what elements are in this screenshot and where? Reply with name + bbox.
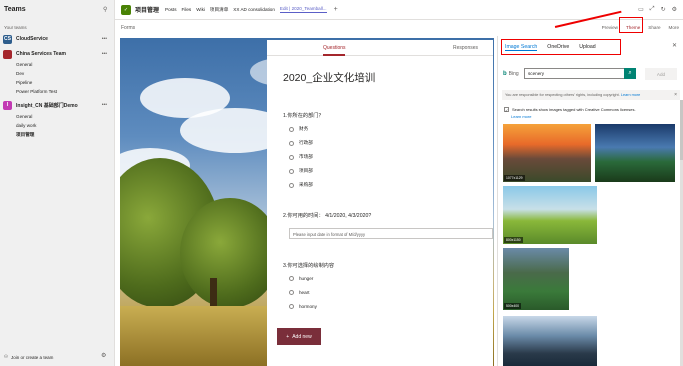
filter-icon[interactable]: ⚲	[103, 6, 107, 13]
team-avatar	[3, 49, 12, 59]
image-search-input[interactable]: scenery	[524, 68, 636, 79]
image-result[interactable]	[595, 124, 675, 182]
add-new-button[interactable]: + Add new	[277, 328, 321, 345]
radio-icon	[289, 168, 294, 174]
radio-icon	[289, 140, 294, 146]
preview-button[interactable]: Preview	[602, 25, 618, 30]
plus-icon: +	[286, 333, 290, 340]
more-icon[interactable]: •••	[102, 102, 107, 108]
people-add-icon: ⚇	[4, 354, 9, 359]
team-cloudservice[interactable]: CS CloudService •••	[3, 34, 113, 44]
option[interactable]: 采购部	[289, 182, 313, 188]
learn-more-link[interactable]: Learn more	[621, 93, 640, 97]
settings-icon[interactable]: ⚙	[672, 6, 677, 13]
tab-project-list[interactable]: 项目清单	[210, 7, 228, 13]
option[interactable]: 市场部	[289, 154, 313, 160]
header-actions: ▭ ⤢ ↻ ⚙	[638, 6, 677, 13]
active-tab-indicator	[323, 54, 345, 56]
channel-dev[interactable]: Dev	[16, 71, 24, 76]
gear-icon[interactable]: ⚙	[101, 352, 106, 359]
join-create-team-button[interactable]: ⚇ Join or create a team	[4, 354, 53, 360]
team-insight-cn[interactable]: I Insight_CN 基础部门Demo •••	[3, 100, 113, 110]
close-icon[interactable]: ×	[674, 92, 677, 98]
image-result[interactable]	[503, 316, 597, 366]
add-image-button[interactable]: Add	[645, 68, 677, 80]
image-result[interactable]: 500x400	[503, 248, 569, 310]
channel-daily-work[interactable]: daily work	[16, 123, 36, 128]
tab-upload[interactable]: Upload	[579, 44, 595, 50]
question-title[interactable]: 3.你可选择的绘制内容	[283, 262, 334, 269]
team-name: Insight_CN 基础部门Demo	[16, 102, 78, 109]
radio-icon	[289, 304, 294, 309]
copyright-notice: You are responsible for respecting other…	[502, 90, 680, 100]
share-button[interactable]: Share	[648, 25, 660, 30]
close-icon[interactable]: ✕	[672, 42, 677, 49]
radio-icon	[289, 276, 294, 281]
tab-questions[interactable]: Questions	[323, 45, 346, 51]
tab-files[interactable]: Files	[182, 7, 192, 12]
tab-image-search[interactable]: Image Search	[505, 44, 538, 51]
sidebar-title: Teams	[4, 6, 26, 13]
bing-logo: b Bing	[503, 71, 519, 77]
more-icon[interactable]: •••	[102, 51, 107, 57]
option[interactable]: 财务	[289, 126, 308, 132]
option[interactable]: hormony	[289, 304, 317, 309]
option[interactable]: 项目部	[289, 168, 313, 174]
tab-edit-form[interactable]: Edit | 2020_Teamball...	[279, 6, 327, 13]
channel-power-platform-test[interactable]: Power Platform Test	[16, 89, 57, 94]
channel-general[interactable]: General	[16, 62, 32, 67]
option[interactable]: hunger	[289, 276, 313, 281]
question-title[interactable]: 1.你所在的部门？	[283, 112, 324, 119]
team-name: China Services Team	[16, 51, 66, 57]
team-avatar: CS	[3, 34, 12, 44]
more-button[interactable]: More	[669, 25, 679, 30]
date-input[interactable]: Please input date in format of M/d/yyyy	[289, 228, 493, 239]
tab-ad-consolidation[interactable]: XX AD consolidation	[233, 7, 275, 12]
radio-icon	[289, 154, 294, 160]
team-avatar: I	[3, 100, 12, 110]
form-editor: Questions Responses 2020_企业文化培训 1.你所在的部门…	[267, 40, 493, 366]
channel-pipeline[interactable]: Pipeline	[16, 80, 32, 85]
forms-label: Forms	[121, 25, 136, 31]
option[interactable]: heart	[289, 290, 309, 295]
more-icon[interactable]: •••	[102, 36, 107, 42]
bing-icon: b	[503, 71, 507, 77]
creative-commons-filter[interactable]: ✓ Search results show images tagged with…	[504, 107, 636, 113]
learn-more-link[interactable]: Learn more	[511, 114, 531, 119]
option[interactable]: 行政部	[289, 140, 313, 146]
team-icon: ✓	[121, 4, 131, 15]
add-tab-icon[interactable]: +	[334, 6, 338, 13]
teams-sidebar: Teams ⚲ Your teams CS CloudService ••• C…	[0, 0, 115, 366]
team-china-services[interactable]: China Services Team •••	[3, 49, 113, 59]
expand-icon[interactable]: ⤢	[650, 6, 655, 13]
chat-icon[interactable]: ▭	[638, 6, 644, 13]
your-teams-label: Your teams	[4, 25, 27, 30]
forms-toolbar: Forms Preview Theme Share More	[115, 20, 683, 36]
image-result[interactable]: 800x1150	[503, 186, 597, 244]
image-source-tabs: Image Search OneDrive Upload	[501, 39, 621, 55]
question-title[interactable]: 2.你可用的时间： 4/1/2020, 4/3/2020?	[283, 212, 371, 219]
form-tabs: Questions Responses	[267, 40, 493, 56]
tab-posts[interactable]: Posts	[165, 7, 177, 12]
channel-project-management[interactable]: 项目管理	[16, 132, 34, 138]
image-result[interactable]: 1077x1129	[503, 124, 591, 182]
theme-highlight-box	[619, 17, 643, 33]
search-icon[interactable]: ⌕	[624, 68, 636, 79]
radio-icon	[289, 126, 294, 132]
form-title[interactable]: 2020_企业文化培训	[283, 70, 375, 85]
team-name: CloudService	[16, 36, 48, 42]
radio-icon	[289, 290, 294, 295]
tab-responses[interactable]: Responses	[453, 45, 478, 51]
channel-name: 项目管理	[135, 8, 160, 14]
channel-general[interactable]: General	[16, 114, 32, 119]
checkbox-icon[interactable]: ✓	[504, 107, 509, 113]
tab-wiki[interactable]: Wiki	[196, 7, 205, 12]
refresh-icon[interactable]: ↻	[661, 6, 666, 13]
radio-icon	[289, 182, 294, 188]
tab-onedrive[interactable]: OneDrive	[547, 44, 569, 50]
image-search-panel: Image Search OneDrive Upload ✕ b Bing sc…	[497, 36, 683, 366]
